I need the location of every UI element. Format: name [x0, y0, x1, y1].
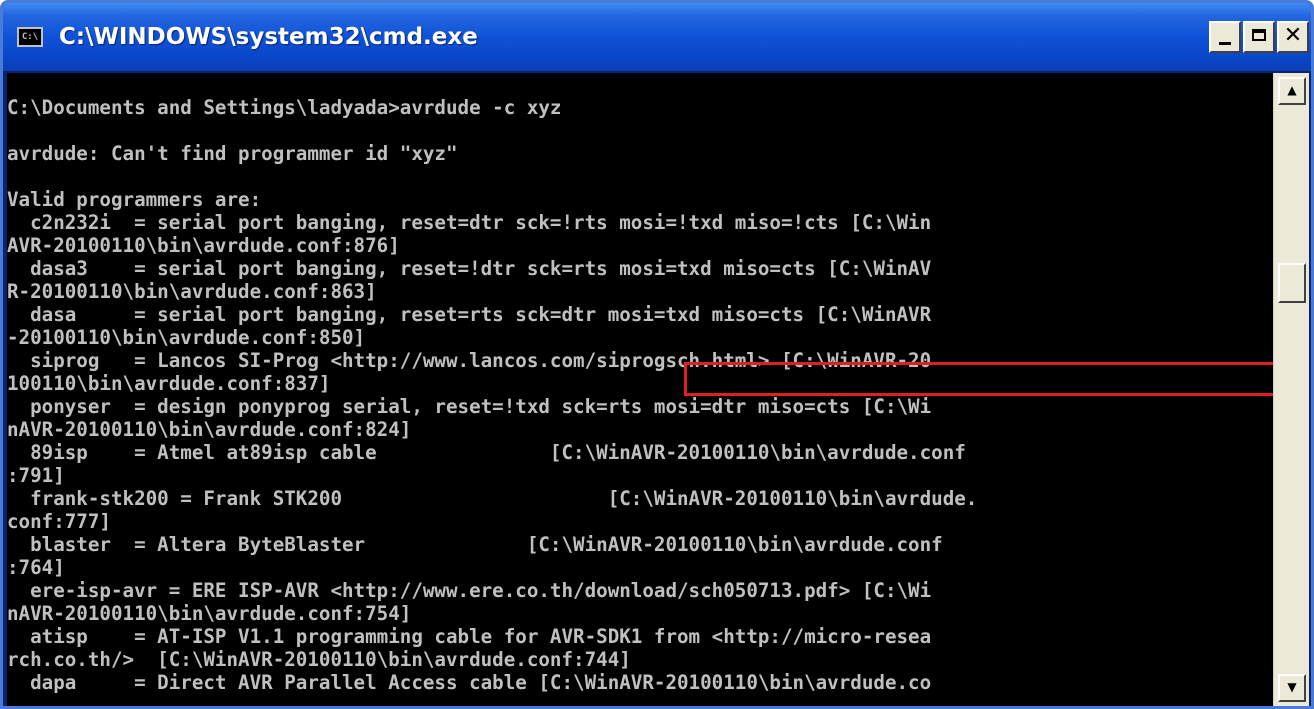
console-line: blaster = Altera ByteBlaster [C:\WinAVR-…	[7, 533, 943, 556]
console-line: atisp = AT-ISP V1.1 programming cable fo…	[7, 625, 932, 648]
scroll-thumb[interactable]	[1278, 263, 1306, 303]
console-line: R-20100110\bin\avrdude.conf:863]	[7, 280, 377, 303]
cmd-app-icon[interactable]: C:\	[17, 27, 43, 47]
console-line: :791]	[7, 464, 65, 487]
cmd-window: C:\ C:\WINDOWS\system32\cmd.exe ✕ C:\Doc…	[0, 0, 1314, 709]
console-line: :764]	[7, 556, 65, 579]
scroll-up-button[interactable]: ▲	[1278, 77, 1306, 105]
console-line: nAVR-20100110\bin\avrdude.conf:824]	[7, 418, 412, 441]
console-line: siprog = Lancos SI-Prog <http://www.lanc…	[7, 349, 932, 372]
console-line: C:\Documents and Settings\ladyada>avrdud…	[7, 96, 562, 119]
minimize-icon	[1219, 42, 1231, 45]
console-line: 89isp = Atmel at89isp cable [C:\WinAVR-2…	[7, 441, 966, 464]
console-line: c2n232i = serial port banging, reset=dtr…	[7, 211, 932, 234]
close-button[interactable]: ✕	[1277, 21, 1309, 53]
scroll-down-button[interactable]: ▼	[1278, 674, 1306, 702]
maximize-icon	[1252, 29, 1266, 41]
minimize-button[interactable]	[1209, 21, 1241, 53]
console-line: dapa = Direct AVR Parallel Access cable …	[7, 671, 932, 694]
vertical-scrollbar[interactable]: ▲ ▼	[1273, 73, 1309, 706]
console-line: nAVR-20100110\bin\avrdude.conf:754]	[7, 602, 412, 625]
console-line: conf:777]	[7, 510, 111, 533]
console-line: -20100110\bin\avrdude.conf:850]	[7, 326, 366, 349]
console-output[interactable]: C:\Documents and Settings\ladyada>avrdud…	[7, 73, 1273, 706]
title-bar[interactable]: C:\ C:\WINDOWS\system32\cmd.exe ✕	[3, 3, 1311, 71]
console-line: ponyser = design ponyprog serial, reset=…	[7, 395, 932, 418]
console-line: frank-stk200 = Frank STK200 [C:\WinAVR-2…	[7, 487, 978, 510]
console-line: dasa3 = serial port banging, reset=!dtr …	[7, 257, 932, 280]
close-icon: ✕	[1283, 23, 1303, 48]
console-line: Valid programmers are:	[7, 188, 262, 211]
console-line: avrdude: Can't find programmer id "xyz"	[7, 142, 458, 165]
console-line: 100110\bin\avrdude.conf:837]	[7, 372, 331, 395]
console-line: ere-isp-avr = ERE ISP-AVR <http://www.er…	[7, 579, 932, 602]
arrow-up-icon: ▲	[1287, 83, 1297, 97]
arrow-down-icon: ▼	[1287, 680, 1297, 694]
console-line: rch.co.th/> [C:\WinAVR-20100110\bin\avrd…	[7, 648, 631, 671]
window-title: C:\WINDOWS\system32\cmd.exe	[59, 24, 478, 50]
maximize-button[interactable]	[1243, 21, 1275, 53]
console-line: AVR-20100110\bin\avrdude.conf:876]	[7, 234, 400, 257]
console-line: dasa = serial port banging, reset=rts sc…	[7, 303, 932, 326]
